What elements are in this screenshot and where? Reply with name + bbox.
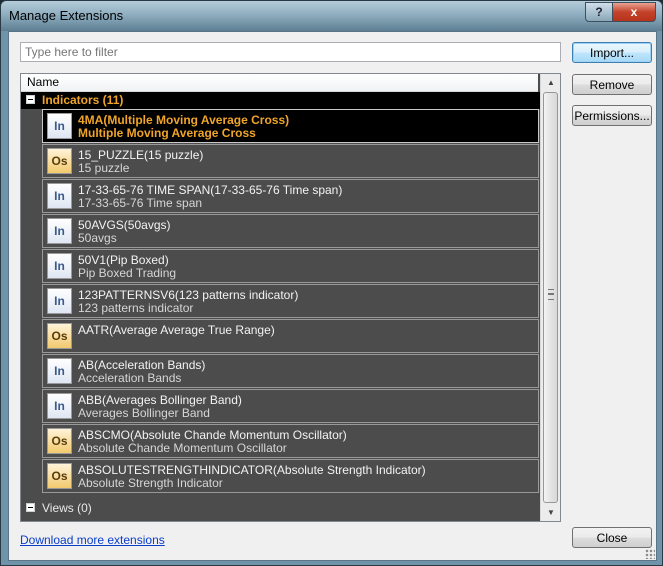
item-title: 4MA(Multiple Moving Average Cross): [78, 113, 290, 127]
list-item[interactable]: In 4MA(Multiple Moving Average Cross) Mult…: [42, 109, 539, 143]
list-item[interactable]: In 17-33-65-76 TIME SPAN(17-33-65-76 Time…: [42, 179, 539, 213]
indicator-in-icon: In: [47, 113, 72, 139]
list-item[interactable]: In ABB(Averages Bollinger Band) Averages B…: [42, 389, 539, 423]
indicator-in-icon: In: [47, 218, 72, 244]
item-title: AB(Acceleration Bands): [78, 358, 206, 372]
column-header-label: Name: [27, 75, 60, 89]
item-subtitle: 15 puzzle: [78, 161, 130, 175]
remove-button[interactable]: Remove: [572, 74, 652, 95]
grip-icon: [548, 289, 554, 300]
item-title: ABB(Averages Bollinger Band): [78, 393, 242, 407]
item-title: 123PATTERNSV6(123 patterns indicator): [78, 288, 299, 302]
item-title: ABSOLUTESTRENGTHINDICATOR(Absolute Stren…: [78, 463, 426, 477]
indicator-in-icon: In: [47, 393, 72, 419]
title-bar-buttons: ? x: [585, 2, 656, 22]
scroll-up-arrow-icon[interactable]: ▲: [541, 74, 560, 91]
collapse-views-icon[interactable]: [26, 503, 35, 512]
indicator-os-icon: Os: [47, 428, 72, 454]
item-subtitle: Absolute Chande Momentum Oscillator: [78, 441, 287, 455]
item-subtitle: Multiple Moving Average Cross: [78, 126, 256, 140]
list-item[interactable]: In 123PATTERNSV6(123 patterns indicator) 1…: [42, 284, 539, 318]
item-title: 17-33-65-76 TIME SPAN(17-33-65-76 Time s…: [78, 183, 343, 197]
indicator-os-icon: Os: [47, 463, 72, 489]
extensions-list[interactable]: Name Indicators (11) In 4MA(Multiple Movi…: [20, 73, 561, 522]
item-title: 50AVGS(50avgs): [78, 218, 171, 232]
list-item[interactable]: In 50V1(Pip Boxed) Pip Boxed Trading: [42, 249, 539, 283]
window-close-button[interactable]: x: [613, 2, 656, 22]
item-subtitle: Averages Bollinger Band: [78, 406, 210, 420]
indicator-os-icon: Os: [47, 323, 72, 349]
item-title: AATR(Average Average True Range): [78, 323, 275, 337]
indicator-in-icon: In: [47, 288, 72, 314]
indicators-items: In 4MA(Multiple Moving Average Cross) Mult…: [42, 109, 539, 494]
column-header-name[interactable]: Name: [21, 74, 538, 92]
window-title: Manage Extensions: [9, 8, 124, 23]
help-button[interactable]: ?: [585, 2, 613, 22]
indicator-in-icon: In: [47, 358, 72, 384]
group-indicators-label: Indicators (11): [42, 93, 124, 107]
list-item[interactable]: In AB(Acceleration Bands) Acceleration Ban…: [42, 354, 539, 388]
import-button[interactable]: Import...: [572, 42, 652, 63]
list-item[interactable]: In 50AVGS(50avgs) 50avgs: [42, 214, 539, 248]
dialog-body: Import... Remove Permissions... Name Ind…: [8, 31, 657, 561]
close-button[interactable]: Close: [572, 527, 652, 548]
resize-grip-icon[interactable]: [645, 549, 655, 559]
filter-input[interactable]: [20, 42, 561, 62]
item-subtitle: 123 patterns indicator: [78, 301, 194, 315]
list-item[interactable]: Os ABSOLUTESTRENGTHINDICATOR(Absolute Str…: [42, 459, 539, 493]
group-indicators[interactable]: Indicators (11): [21, 92, 540, 109]
list-item[interactable]: Os ABSCMO(Absolute Chande Momentum Oscill…: [42, 424, 539, 458]
item-subtitle: Absolute Strength Indicator: [78, 476, 223, 490]
item-subtitle: 17-33-65-76 Time span: [78, 196, 203, 210]
indicator-in-icon: In: [47, 253, 72, 279]
indicator-in-icon: In: [47, 183, 72, 209]
item-subtitle: Acceleration Bands: [78, 371, 182, 385]
item-subtitle: 50avgs: [78, 231, 117, 245]
title-bar[interactable]: Manage Extensions ? x: [1, 1, 662, 31]
scroll-thumb[interactable]: [543, 92, 558, 503]
group-views[interactable]: Views (0): [21, 500, 540, 517]
vertical-scrollbar[interactable]: ▲ ▼: [540, 74, 560, 521]
list-item[interactable]: Os 15_PUZZLE(15 puzzle) 15 puzzle: [42, 144, 539, 178]
list-item[interactable]: Os AATR(Average Average True Range): [42, 319, 539, 353]
item-title: ABSCMO(Absolute Chande Momentum Oscillat…: [78, 428, 347, 442]
group-views-label: Views (0): [42, 501, 92, 515]
collapse-indicators-icon[interactable]: [26, 95, 35, 104]
item-title: 50V1(Pip Boxed): [78, 253, 169, 267]
download-more-extensions-link[interactable]: Download more extensions: [20, 533, 165, 547]
scroll-down-arrow-icon[interactable]: ▼: [541, 504, 560, 521]
item-subtitle: Pip Boxed Trading: [78, 266, 177, 280]
indicator-os-icon: Os: [47, 148, 72, 174]
manage-extensions-window: Manage Extensions ? x Import... Remove P…: [0, 0, 663, 566]
item-title: 15_PUZZLE(15 puzzle): [78, 148, 204, 162]
permissions-button[interactable]: Permissions...: [572, 105, 652, 126]
